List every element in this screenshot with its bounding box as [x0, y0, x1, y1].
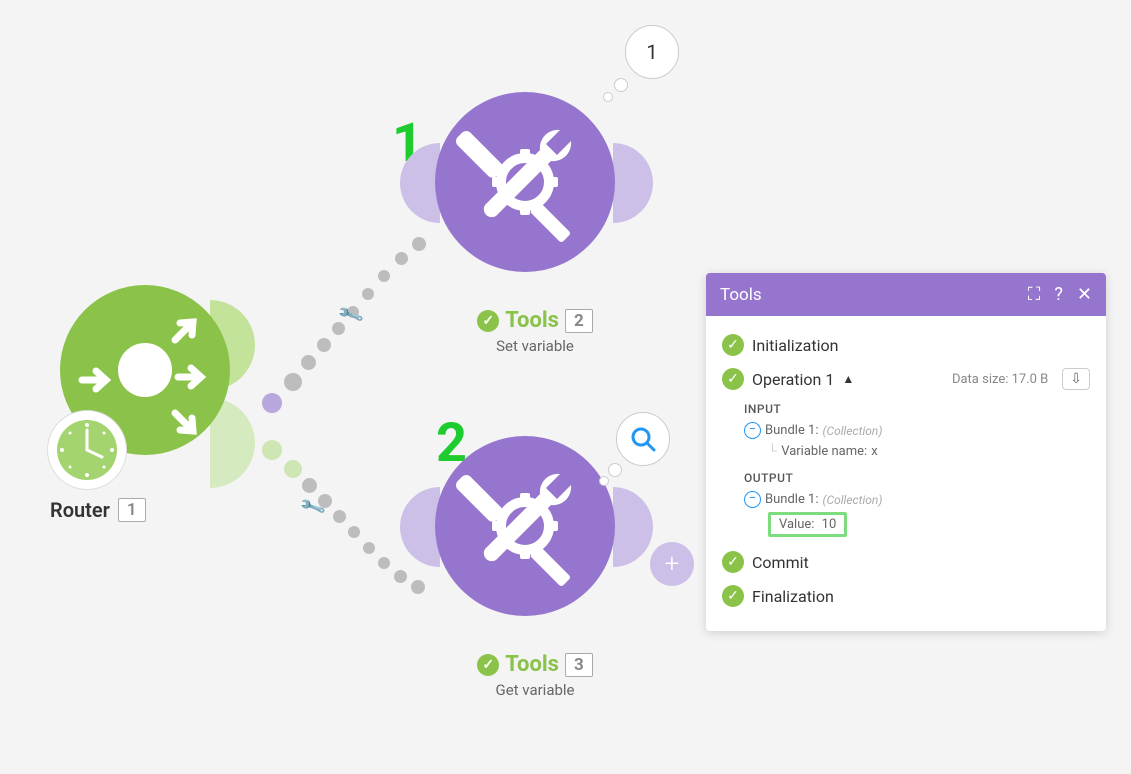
row-label: Initialization	[752, 336, 838, 355]
tools-module-2[interactable]	[425, 426, 625, 626]
check-icon: ✓	[477, 310, 499, 332]
plus-icon: +	[650, 542, 694, 586]
execution-count-bubble[interactable]: 1	[625, 25, 679, 79]
inspect-bubble[interactable]	[616, 412, 670, 466]
check-icon: ✓	[722, 585, 744, 607]
input-section-header: INPUT	[744, 402, 1090, 416]
row-label: Operation 1	[752, 370, 834, 389]
tools-module-1[interactable]	[425, 82, 625, 282]
row-initialization[interactable]: ✓ Initialization	[722, 328, 1090, 362]
output-bundle-row[interactable]: − Bundle 1: (Collection)	[744, 489, 1090, 510]
router-label-text: Router	[50, 498, 110, 522]
tools1-subtitle: Set variable	[455, 337, 615, 355]
bubble-tail-dot	[608, 463, 622, 477]
variable-name-row: └ Variable name: x	[768, 441, 1090, 461]
bubble-tail-dot	[603, 92, 613, 102]
router-label: Router 1	[50, 498, 146, 522]
panel-title: Tools	[720, 285, 762, 305]
var-name-label: Variable name:	[781, 444, 867, 459]
caret-up-icon: ▲	[842, 372, 854, 386]
bundle-type: (Collection)	[823, 424, 883, 438]
expand-icon[interactable]: ⛶	[1028, 284, 1041, 305]
search-icon	[628, 424, 658, 454]
check-icon: ✓	[477, 654, 499, 676]
help-icon[interactable]: ?	[1054, 284, 1063, 305]
scenario-canvas[interactable]: Router 1 🔧 🔧 1	[0, 0, 1131, 774]
check-icon: ✓	[722, 334, 744, 356]
tools2-index: 3	[565, 653, 593, 677]
check-icon: ✓	[722, 368, 744, 390]
check-icon: ✓	[722, 551, 744, 573]
tools1-title: Tools	[505, 308, 559, 333]
execution-details-panel: Tools ⛶ ? ✕ ✓ Initialization ✓ Operation…	[706, 273, 1106, 631]
tools-icon	[435, 436, 615, 616]
value-content: 10	[822, 517, 837, 532]
tools2-label: ✓ Tools 3 Get variable	[455, 652, 615, 699]
value-highlight: Value: 10	[768, 512, 847, 537]
tools1-label: ✓ Tools 2 Set variable	[455, 308, 615, 355]
schedule-icon[interactable]	[47, 410, 127, 490]
panel-header[interactable]: Tools ⛶ ? ✕	[706, 273, 1106, 316]
row-finalization[interactable]: ✓ Finalization	[722, 579, 1090, 613]
bubble-tail-dot	[614, 78, 628, 92]
row-operation-1[interactable]: ✓ Operation 1 ▲ Data size: 17.0 B ⇩	[722, 362, 1090, 396]
data-size: Data size: 17.0 B	[952, 372, 1048, 387]
row-label: Commit	[752, 553, 809, 572]
row-commit[interactable]: ✓ Commit	[722, 545, 1090, 579]
bundle-label: Bundle 1:	[765, 492, 819, 507]
router-module[interactable]	[50, 280, 235, 465]
value-row: Value: 10	[768, 510, 1090, 539]
bundle-label: Bundle 1:	[765, 423, 819, 438]
tools1-index: 2	[565, 309, 593, 333]
value-label: Value:	[779, 517, 814, 532]
close-icon[interactable]: ✕	[1077, 284, 1092, 305]
bundle-type: (Collection)	[823, 493, 883, 507]
bubble-tail-dot	[599, 476, 609, 486]
tools2-subtitle: Get variable	[455, 681, 615, 699]
row-label: Finalization	[752, 587, 834, 606]
output-section-header: OUTPUT	[744, 471, 1090, 485]
tools-icon	[435, 92, 615, 272]
tools2-title: Tools	[505, 652, 559, 677]
router-index: 1	[118, 498, 146, 522]
download-button[interactable]: ⇩	[1062, 368, 1090, 390]
var-name-value: x	[871, 444, 877, 459]
execution-count: 1	[646, 40, 657, 64]
collapse-icon[interactable]: −	[744, 491, 761, 508]
input-bundle-row[interactable]: − Bundle 1: (Collection)	[744, 420, 1090, 441]
collapse-icon[interactable]: −	[744, 422, 761, 439]
